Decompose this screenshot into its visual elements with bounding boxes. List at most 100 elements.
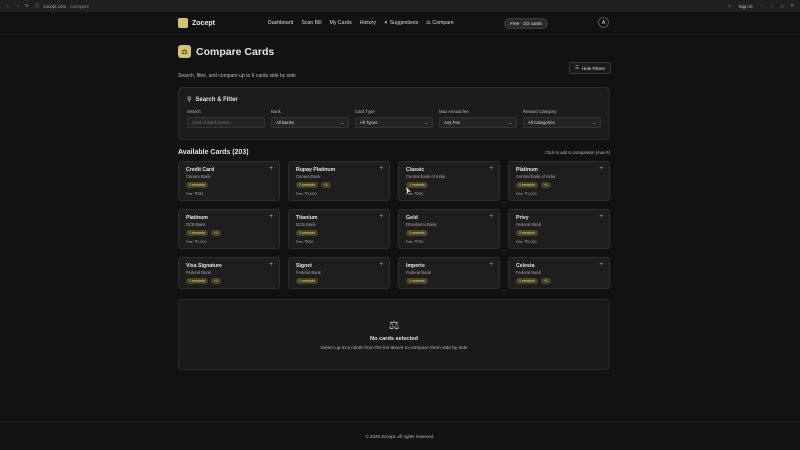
search-icon: ⚲ [187, 97, 192, 103]
nav-my-cards[interactable]: My Cards [330, 20, 352, 26]
reward-badge: +1 [320, 182, 331, 188]
card-item[interactable]: + Platinum Central Bank of India 1 rewards +… [508, 161, 610, 201]
add-icon[interactable]: + [599, 262, 603, 268]
add-icon[interactable]: + [489, 214, 493, 220]
chevron-down-icon: ⌄ [424, 119, 428, 125]
add-icon[interactable]: + [599, 166, 603, 172]
filter-fields: Search Bank All Banks ⌄ Card Type All Typ… [187, 109, 601, 128]
card-fee: Fee: ₹5,000 [516, 240, 537, 244]
hide-filters-label: Hide Filters [582, 65, 605, 71]
card-item[interactable]: + ImperioFederal Bank 1 rewards Fee: ₹1,000 [398, 257, 500, 289]
nav-dashboard[interactable]: Dashboard [268, 20, 293, 26]
add-icon[interactable]: + [269, 166, 273, 172]
card-fee: Fee: ₹2,999 [516, 287, 602, 288]
reload-icon[interactable]: ↻ [25, 3, 29, 9]
footer: © 2026 Zocept. All rights reserved. [0, 422, 800, 450]
main-nav: Dashboard Scan Bill My Cards History ✦ S… [268, 20, 454, 26]
card-name: Privy [516, 215, 529, 221]
search-field: Search [187, 109, 265, 128]
info-icon[interactable]: ⓘ [35, 3, 40, 9]
back-icon[interactable]: ← [6, 3, 11, 9]
card-bank: Canara Bank [296, 174, 321, 179]
card-item[interactable]: + Rupay Platinum Canara Bank 2 rewards +1 Fee… [288, 161, 390, 201]
card-fee: Fee: ₹1,000 [186, 240, 207, 244]
add-icon[interactable]: + [379, 166, 383, 172]
app: Zocept Dashboard Scan Bill My Cards Hist… [0, 12, 800, 450]
plan-badge[interactable]: Free · 2/2 cards [504, 18, 548, 29]
menu-icon[interactable]: ⋮ [759, 3, 764, 9]
maximize-icon[interactable]: □ [781, 4, 784, 9]
max-fee-field: Max Annual fee Any Fee ⌄ [439, 109, 517, 128]
close-icon[interactable]: ✕ [790, 3, 794, 9]
card-type-select[interactable]: All Types ⌄ [355, 117, 433, 128]
card-item[interactable]: + Classic Central Bank of India 1 rewards Fe… [398, 161, 500, 201]
max-fee-select[interactable]: Any Fee ⌄ [439, 117, 517, 128]
minimize-icon[interactable]: – [771, 4, 774, 9]
brand-logo[interactable]: Zocept [178, 18, 215, 28]
card-item[interactable]: + SignetFederal Bank 1 rewards Fee: ₹500 [288, 257, 390, 289]
available-cards-header: Available Cards (203) Click to add to co… [178, 149, 610, 156]
nav-history[interactable]: History [360, 20, 376, 26]
avatar[interactable]: A [598, 17, 609, 28]
add-icon[interactable]: + [379, 262, 383, 268]
card-name: Classic [406, 167, 425, 173]
card-badges: 1 rewards [296, 278, 382, 284]
card-badges: 1 rewards [406, 278, 492, 284]
card-bank: Canara Bank [186, 174, 211, 179]
card-bank: Dhanlaxmi Bank [406, 222, 437, 227]
add-icon[interactable]: + [379, 214, 383, 220]
card-name: Platinum [186, 215, 208, 221]
card-name: Signet [296, 263, 312, 269]
card-badges: 3 rewards [406, 230, 492, 236]
card-item[interactable]: + Visa SignatureFederal Bank 1 rewards+1 Fe… [178, 257, 280, 289]
filter-heading: ⚲ Search & Filter [187, 96, 601, 104]
nav-compare-label: Compare [432, 20, 454, 26]
hide-filters-button[interactable]: ☰ Hide Filters [569, 62, 611, 74]
card-bank: Federal Bank [406, 270, 431, 275]
search-filter-panel: ⚲ Search & Filter Search Bank All Banks ⌄… [178, 87, 610, 140]
card-item[interactable]: + Gold Dhanlaxmi Bank 3 rewards Fee: ₹750 [398, 209, 500, 249]
bank-select[interactable]: All Banks ⌄ [271, 117, 349, 128]
card-badges: 1 rewards +1 [186, 278, 272, 284]
brand-mark-icon [178, 18, 188, 28]
add-icon[interactable]: + [489, 262, 493, 268]
reward-badge: 2 rewards [186, 182, 208, 188]
bookmark-icon[interactable]: ☆ [728, 3, 732, 9]
nav-scan-bill[interactable]: Scan Bill [301, 20, 321, 26]
bank-field: Bank All Banks ⌄ [271, 109, 349, 128]
page-title: Compare Cards [196, 45, 275, 58]
nav-compare[interactable]: ⚖ Compare [426, 20, 453, 26]
card-item[interactable]: + Privy Federal Bank 2 rewards Fee: ₹5,000 [508, 209, 610, 249]
reward-category-select[interactable]: All Categories ⌄ [523, 117, 601, 128]
address-bar[interactable]: ⓘ zocept.com/compare [35, 3, 722, 9]
add-icon[interactable]: + [269, 214, 273, 220]
card-item[interactable]: + Titanium DCB Bank 3 rewards Fee: ₹500 [288, 209, 390, 249]
card-name: Gold [406, 215, 418, 221]
browser-actions: ☆ Sign in ⋮ – □ ✕ [728, 3, 794, 9]
add-icon[interactable]: + [599, 214, 603, 220]
reward-category-field: Reward Category All Categories ⌄ [523, 109, 601, 128]
reward-badge: +1 [540, 182, 551, 188]
reward-badge: +1 [540, 278, 551, 284]
available-cards-title: Available Cards (203) [178, 149, 249, 156]
sign-in-button[interactable]: Sign in [739, 4, 753, 9]
reward-badge: 1 rewards [406, 182, 428, 188]
add-icon[interactable]: + [489, 166, 493, 172]
add-icon[interactable]: + [269, 262, 273, 268]
chevron-down-icon: ⌄ [592, 119, 596, 125]
card-name: Imperio [406, 263, 425, 269]
reward-badge: +1 [210, 230, 221, 236]
available-cards-hint: Click to add to comparison (max 6) [545, 150, 610, 155]
card-name: Rupay Platinum [296, 167, 336, 173]
card-name: Credit Card [186, 167, 215, 173]
chevron-down-icon: ⌄ [340, 119, 344, 125]
card-item[interactable]: + CelestaFederal Bank 1 rewards+1 Fee: ₹2,9… [508, 257, 610, 289]
card-item[interactable]: + Credit Card Canara Bank 2 rewards Fee: ₹25… [178, 161, 280, 201]
card-type-field: Card Type All Types ⌄ [355, 109, 433, 128]
nav-suggestions[interactable]: ✦ Suggestions [384, 20, 418, 26]
card-item[interactable]: + Platinum DCB Bank 1 rewards +1 Fee: ₹1,000 [178, 209, 280, 249]
reward-badge: 3 rewards [406, 230, 428, 236]
forward-icon[interactable]: → [16, 3, 21, 9]
search-input[interactable] [187, 117, 265, 128]
card-bank: DCB Bank [186, 222, 206, 227]
